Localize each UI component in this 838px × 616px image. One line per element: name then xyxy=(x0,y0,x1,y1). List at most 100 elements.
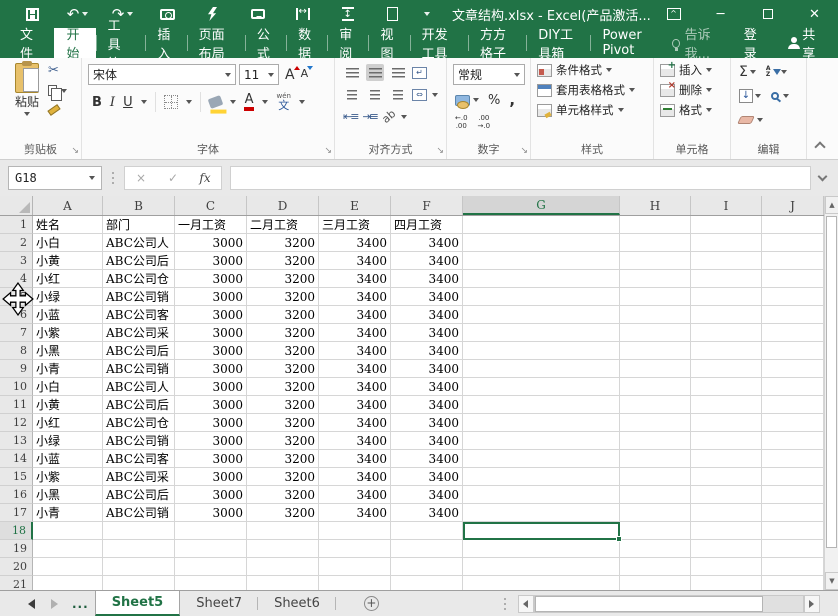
cell-F12[interactable]: 3400 xyxy=(391,414,463,432)
cell-B10[interactable]: ABC公司人 xyxy=(103,378,175,396)
underline-caret[interactable] xyxy=(141,100,147,104)
fill-color-caret[interactable] xyxy=(230,100,236,104)
cell-H20[interactable] xyxy=(620,558,691,576)
cell-H13[interactable] xyxy=(620,432,691,450)
cell-D10[interactable]: 3200 xyxy=(247,378,319,396)
cancel-icon[interactable]: × xyxy=(125,171,157,185)
cell-A17[interactable]: 小青 xyxy=(33,504,103,522)
cell-F9[interactable]: 3400 xyxy=(391,360,463,378)
bold-button[interactable]: B xyxy=(92,95,102,110)
fill-handle[interactable] xyxy=(616,536,622,542)
formula-input[interactable] xyxy=(230,166,811,190)
cell-E14[interactable]: 3400 xyxy=(319,450,391,468)
tab-Power Pivot[interactable]: Power Pivot xyxy=(590,28,664,58)
cell-A7[interactable]: 小紫 xyxy=(33,324,103,342)
cell-J21[interactable] xyxy=(762,576,824,590)
tab-插入[interactable]: 插入 xyxy=(145,28,186,58)
tab-公式[interactable]: 公式 xyxy=(245,28,286,58)
cell-G9[interactable] xyxy=(463,360,620,378)
cell-G2[interactable] xyxy=(463,234,620,252)
cell-E15[interactable]: 3400 xyxy=(319,468,391,486)
cell-J7[interactable] xyxy=(762,324,824,342)
cell-B21[interactable] xyxy=(103,576,175,590)
cut-icon[interactable]: ✂ xyxy=(48,63,59,78)
cell-J15[interactable] xyxy=(762,468,824,486)
cell-I21[interactable] xyxy=(691,576,762,590)
cell-F10[interactable]: 3400 xyxy=(391,378,463,396)
cell-A18[interactable] xyxy=(33,522,103,540)
horizontal-scroll-track[interactable] xyxy=(534,595,804,613)
column-header-A[interactable]: A xyxy=(33,196,103,215)
cell-G11[interactable] xyxy=(463,396,620,414)
fill-button[interactable]: ↓ xyxy=(739,89,761,103)
cell-H3[interactable] xyxy=(620,252,691,270)
cell-F11[interactable]: 3400 xyxy=(391,396,463,414)
cell-A12[interactable]: 小红 xyxy=(33,414,103,432)
grow-font-button[interactable]: A xyxy=(285,67,295,83)
select-all-corner[interactable] xyxy=(0,196,33,215)
cell-H4[interactable] xyxy=(620,270,691,288)
cell-E4[interactable]: 3400 xyxy=(319,270,391,288)
cell-H8[interactable] xyxy=(620,342,691,360)
cell-D19[interactable] xyxy=(247,540,319,558)
italic-button[interactable]: I xyxy=(110,95,115,110)
enter-icon[interactable]: ✓ xyxy=(157,171,189,185)
cell-D17[interactable]: 3200 xyxy=(247,504,319,522)
cell-G20[interactable] xyxy=(463,558,620,576)
increase-indent-button[interactable]: ⇥≡ xyxy=(362,110,376,123)
column-header-F[interactable]: F xyxy=(391,196,463,215)
cell-E3[interactable]: 3400 xyxy=(319,252,391,270)
format-painter-icon[interactable] xyxy=(47,104,60,116)
row-header-21[interactable]: 21 xyxy=(0,576,33,590)
cell-C9[interactable]: 3000 xyxy=(175,360,247,378)
row-header-18[interactable]: 18 xyxy=(0,522,33,540)
cell-F7[interactable]: 3400 xyxy=(391,324,463,342)
cell-D21[interactable] xyxy=(247,576,319,590)
font-size-combo[interactable]: 11 xyxy=(239,64,279,85)
cell-G8[interactable] xyxy=(463,342,620,360)
row-header-2[interactable]: 2 xyxy=(0,234,33,252)
cell-G3[interactable] xyxy=(463,252,620,270)
cell-H21[interactable] xyxy=(620,576,691,590)
align-middle-button[interactable] xyxy=(366,64,384,81)
cell-D6[interactable]: 3200 xyxy=(247,306,319,324)
cell-G17[interactable] xyxy=(463,504,620,522)
scroll-down-arrow[interactable]: ▼ xyxy=(825,572,838,590)
number-format-caret[interactable] xyxy=(514,73,520,77)
orientation-caret[interactable] xyxy=(401,115,407,119)
number-format-combo[interactable]: 常规 xyxy=(453,64,525,85)
cell-A5[interactable]: 小绿 xyxy=(33,288,103,306)
column-header-B[interactable]: B xyxy=(103,196,175,215)
merge-center-button[interactable]: ⇔ xyxy=(412,89,427,101)
tab-视图[interactable]: 视图 xyxy=(368,28,409,58)
cell-I13[interactable] xyxy=(691,432,762,450)
borders-caret[interactable] xyxy=(186,100,192,104)
cell-E17[interactable]: 3400 xyxy=(319,504,391,522)
cell-C8[interactable]: 3000 xyxy=(175,342,247,360)
cell-A4[interactable]: 小红 xyxy=(33,270,103,288)
tab-工具箱[interactable]: 工具箱 xyxy=(96,28,146,58)
column-header-C[interactable]: C xyxy=(175,196,247,215)
share-button[interactable]: 共享 xyxy=(776,28,838,58)
align-right-button[interactable] xyxy=(389,86,407,103)
row-header-11[interactable]: 11 xyxy=(0,396,33,414)
cell-H18[interactable] xyxy=(620,522,691,540)
cell-B17[interactable]: ABC公司销 xyxy=(103,504,175,522)
cell-E11[interactable]: 3400 xyxy=(319,396,391,414)
cell-H5[interactable] xyxy=(620,288,691,306)
font-color-caret[interactable] xyxy=(262,100,268,104)
cell-C16[interactable]: 3000 xyxy=(175,486,247,504)
cell-J12[interactable] xyxy=(762,414,824,432)
cell-B20[interactable] xyxy=(103,558,175,576)
cell-C15[interactable]: 3000 xyxy=(175,468,247,486)
cell-A14[interactable]: 小蓝 xyxy=(33,450,103,468)
cell-I12[interactable] xyxy=(691,414,762,432)
cell-D9[interactable]: 3200 xyxy=(247,360,319,378)
cell-B11[interactable]: ABC公司后 xyxy=(103,396,175,414)
cell-I4[interactable] xyxy=(691,270,762,288)
cell-G15[interactable] xyxy=(463,468,620,486)
cell-D12[interactable]: 3200 xyxy=(247,414,319,432)
cell-F18[interactable] xyxy=(391,522,463,540)
cell-B8[interactable]: ABC公司后 xyxy=(103,342,175,360)
name-box[interactable]: G18 xyxy=(8,166,102,190)
